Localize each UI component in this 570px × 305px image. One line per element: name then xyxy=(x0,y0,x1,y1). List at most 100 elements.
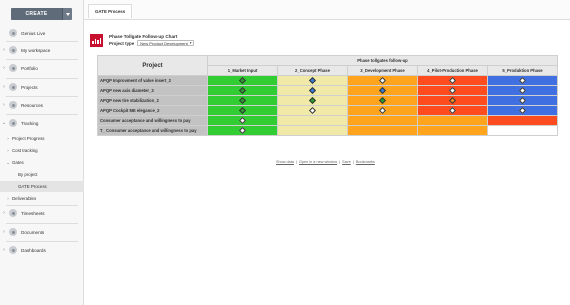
sidebar-item-documents[interactable]: › Documents xyxy=(0,225,84,239)
tollgate-diamond-icon[interactable] xyxy=(448,76,457,84)
phase-status-cell xyxy=(347,125,418,136)
tollgate-diamond-icon[interactable] xyxy=(308,106,317,114)
phase-status-cell xyxy=(417,125,488,136)
tollgate-diamond-icon[interactable] xyxy=(518,106,527,114)
tollgate-diamond-icon[interactable] xyxy=(378,76,387,84)
tollgate-diamond-icon[interactable] xyxy=(518,76,527,84)
chevron-down-icon: ⌄ xyxy=(6,159,10,165)
phase-status-cell xyxy=(207,85,278,96)
tab-bar: GATE Process xyxy=(84,0,570,20)
project-name-cell[interactable]: T_ Consumer acceptance and willingness t… xyxy=(97,125,208,136)
project-name-cell[interactable]: APQP Improvment of valve insert_2 xyxy=(97,75,208,86)
tollgate-diamond-icon[interactable] xyxy=(518,86,527,94)
tollgate-diamond-icon[interactable] xyxy=(238,96,247,104)
tab-gate-process[interactable]: GATE Process xyxy=(88,4,133,18)
sidebar-item-by-project[interactable]: By project xyxy=(0,169,84,180)
documents-icon xyxy=(9,228,17,236)
sidebar-item-label: Resources xyxy=(21,102,43,108)
sidebar-item-resources[interactable]: › Resources xyxy=(0,98,84,112)
sidebar-item-label: Timesheets xyxy=(21,210,45,216)
sidebar-item-label: Project Progress xyxy=(12,136,45,141)
phase-group-header: Phase tollgates follow-up xyxy=(206,55,559,66)
create-button[interactable]: CREATE xyxy=(11,8,62,20)
tollgate-diamond-icon[interactable] xyxy=(448,86,457,94)
project-name-cell[interactable]: Consumer acceptance and willingness to p… xyxy=(97,115,208,126)
sidebar-item-tracking[interactable]: ⌄ Tracking xyxy=(0,116,84,130)
project-type-value: New Product Development xyxy=(140,40,188,46)
tollgate-diamond-icon[interactable] xyxy=(308,76,317,84)
phase-status-cell xyxy=(486,95,559,106)
sidebar-item-genius-live[interactable]: Genius Live xyxy=(0,26,84,40)
tollgate-diamond-icon[interactable] xyxy=(238,106,247,114)
chevron-right-icon: › xyxy=(3,65,5,71)
tollgate-diamond-icon[interactable] xyxy=(238,116,247,124)
phase-status-cell xyxy=(486,115,559,126)
bookmarks-link[interactable]: Bookmarks xyxy=(356,160,375,164)
tollgate-diamond-icon[interactable] xyxy=(238,86,247,94)
project-name-cell[interactable]: APQP new axis diameter_3 xyxy=(97,85,208,96)
chevron-right-icon: › xyxy=(7,196,9,201)
open-new-window-link[interactable]: Open in a new window xyxy=(299,160,337,164)
sidebar-item-label: Documents xyxy=(21,229,45,235)
chevron-right-icon: › xyxy=(7,136,9,141)
phase-status-cell xyxy=(417,85,488,96)
table-row: APQP Improvment of valve insert_2 xyxy=(97,75,559,86)
tollgate-diamond-icon[interactable] xyxy=(378,106,387,114)
divider xyxy=(6,78,78,79)
phase-status-cell xyxy=(207,95,278,106)
sidebar-item-project-progress[interactable]: › Project Progress xyxy=(0,133,84,144)
sidebar-item-label: Genius Live xyxy=(21,30,46,36)
tollgate-diamond-icon[interactable] xyxy=(308,96,317,104)
save-link[interactable]: Save xyxy=(342,160,351,164)
phase-status-cell xyxy=(486,75,559,86)
separator: | xyxy=(339,160,341,164)
tollgate-diamond-icon[interactable] xyxy=(378,96,387,104)
chevron-right-icon: › xyxy=(3,247,5,253)
phase-status-cell xyxy=(347,75,418,86)
chevron-right-icon: › xyxy=(3,210,5,216)
table-row: APQP new tire stabilization_2 xyxy=(97,95,559,106)
sidebar-item-gate-process[interactable]: GATE Process xyxy=(0,181,84,192)
phase-header: 1_Market Input xyxy=(207,65,278,76)
sidebar-item-deliverables[interactable]: › Deliverables xyxy=(0,193,84,204)
projects-icon xyxy=(9,83,17,91)
tollgate-diamond-icon[interactable] xyxy=(238,126,247,134)
sidebar-item-dashboards[interactable]: › Dashboards xyxy=(0,243,84,257)
phase-status-cell xyxy=(486,125,559,136)
create-button-group: CREATE xyxy=(11,8,72,20)
divider xyxy=(6,114,78,115)
sidebar-item-gates[interactable]: ⌄ Gates xyxy=(0,157,84,168)
phase-header: 5_Produktion Phase xyxy=(486,65,559,76)
project-name-cell[interactable]: APQP Cockpit ME elegance_2 xyxy=(97,105,208,116)
sidebar-item-cost-tracking[interactable]: › Cost tracking xyxy=(0,145,84,156)
phase-status-cell xyxy=(277,75,348,86)
create-dropdown-toggle[interactable] xyxy=(62,8,72,20)
tollgate-diamond-icon[interactable] xyxy=(518,96,527,104)
project-type-select[interactable]: New Product Development ▾ xyxy=(137,40,195,46)
sidebar-item-timesheets[interactable]: › Timesheets xyxy=(0,206,84,220)
project-name-cell[interactable]: APQP new tire stabilization_2 xyxy=(97,95,208,106)
phase-status-cell xyxy=(207,125,278,136)
tollgate-diamond-icon[interactable] xyxy=(448,96,457,104)
sidebar-item-projects[interactable]: › Projects xyxy=(0,80,84,94)
chevron-down-icon: ⌄ xyxy=(1,120,7,126)
sidebar: CREATE Genius Live › My workspace › Port… xyxy=(0,0,84,305)
divider xyxy=(6,241,78,242)
tollgate-table: Project Phase tollgates follow-up 1_Mark… xyxy=(97,55,559,136)
report-title: Phase Tollgate Follow-up Chart xyxy=(109,34,178,39)
sidebar-item-my-workspace[interactable]: › My workspace xyxy=(0,43,84,57)
sidebar-item-portfolio[interactable]: › Portfolio xyxy=(0,61,84,75)
tollgate-diamond-icon[interactable] xyxy=(448,106,457,114)
divider xyxy=(6,59,78,60)
table-row: APQP Cockpit ME elegance_2 xyxy=(97,105,559,116)
phase-status-cell xyxy=(277,105,348,116)
tollgate-diamond-icon[interactable] xyxy=(238,76,247,84)
workspace-icon xyxy=(9,46,17,54)
sidebar-item-label: Dashboards xyxy=(21,247,46,253)
divider xyxy=(6,223,78,224)
show-data-link[interactable]: Show data xyxy=(276,160,294,164)
tollgate-diamond-icon[interactable] xyxy=(378,86,387,94)
phase-status-cell xyxy=(417,115,488,126)
tollgate-diamond-icon[interactable] xyxy=(308,86,317,94)
chevron-right-icon: › xyxy=(7,148,9,153)
